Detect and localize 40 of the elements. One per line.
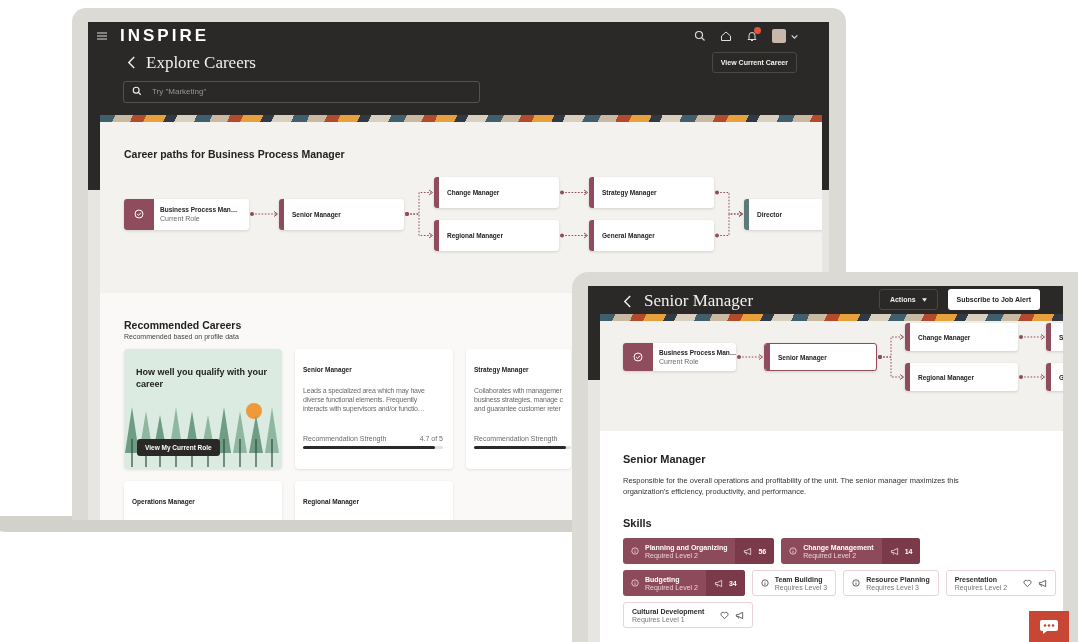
search-icon — [132, 86, 142, 96]
megaphone-icon[interactable] — [735, 610, 745, 620]
connector-arrow — [878, 355, 904, 380]
chat-button[interactable] — [1029, 611, 1069, 642]
connector-arrow — [737, 354, 763, 360]
check-circle-icon — [633, 352, 643, 362]
app-logo[interactable]: INSPIRE — [120, 26, 210, 46]
connector-arrow — [560, 232, 588, 239]
bell-icon[interactable] — [746, 30, 758, 42]
info-icon — [789, 547, 798, 555]
connector-arrow — [715, 211, 743, 238]
menu-icon[interactable] — [96, 30, 108, 42]
info-icon — [852, 579, 861, 587]
role-title: Senior Manager — [623, 453, 707, 465]
info-icon — [760, 579, 769, 587]
back-icon[interactable] — [623, 294, 632, 309]
notification-badge — [754, 27, 761, 34]
connector-arrow — [1019, 374, 1045, 380]
connector-arrow — [1019, 334, 1045, 340]
promo-title: How well you qualify with your career — [136, 366, 268, 390]
back-icon[interactable] — [127, 55, 136, 70]
search-field[interactable]: Try "Marketing" — [123, 80, 480, 103]
search-icon[interactable] — [694, 30, 706, 42]
chat-icon — [1039, 618, 1059, 635]
info-icon — [631, 547, 639, 555]
section-title: Career paths for Business Process Manager — [124, 148, 346, 160]
heart-icon[interactable] — [1023, 578, 1033, 588]
home-icon[interactable] — [720, 30, 732, 42]
heart-icon[interactable] — [720, 610, 730, 620]
page-title: Explore Careers — [146, 52, 256, 73]
megaphone-icon[interactable] — [1038, 578, 1048, 588]
connector-arrow — [560, 189, 588, 196]
caret-icon — [921, 297, 927, 302]
page-title: Senior Manager — [644, 291, 754, 311]
connector-arrow — [405, 212, 433, 239]
section-title: Recommended Careers — [124, 319, 243, 331]
check-circle-icon — [134, 209, 144, 219]
info-icon — [631, 579, 639, 587]
connector-arrow — [250, 211, 278, 217]
skills-title: Skills — [623, 517, 653, 529]
